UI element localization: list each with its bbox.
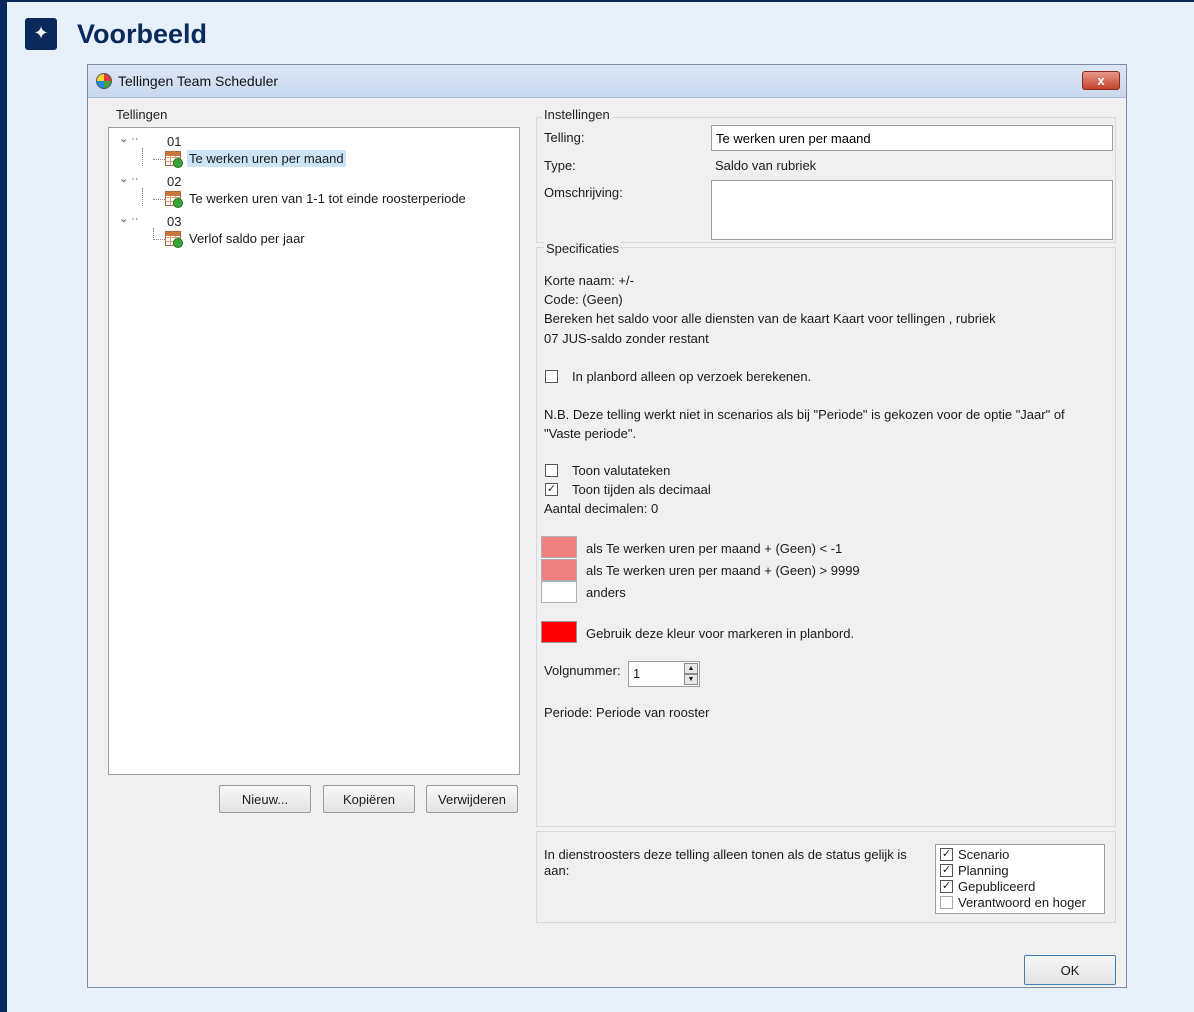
calc-text-line2: 07 JUS-saldo zonder restant xyxy=(544,331,709,346)
tree-connector xyxy=(153,159,165,160)
settings-group-label: Instellingen xyxy=(542,107,612,122)
decimal-checkbox[interactable]: ✓ xyxy=(545,483,558,496)
tree-node-01[interactable]: 01 xyxy=(167,134,181,149)
type-label: Type: xyxy=(544,158,576,173)
spinner-buttons[interactable]: ▲ ▼ xyxy=(684,663,698,685)
arrow-up-icon[interactable]: ▲ xyxy=(684,663,698,674)
description-field[interactable] xyxy=(711,180,1113,240)
short-name-text: Korte naam: +/- xyxy=(544,273,634,288)
tree-node-03[interactable]: 03 xyxy=(167,214,181,229)
status-text-line2: aan: xyxy=(544,863,570,878)
telling-label: Telling: xyxy=(544,130,585,145)
period-text: Periode: Periode van rooster xyxy=(544,705,710,720)
table-icon xyxy=(165,231,183,248)
sequence-value: 1 xyxy=(633,666,641,681)
tellingen-group-label: Tellingen xyxy=(114,107,170,122)
marker-color-swatch[interactable] xyxy=(541,621,577,643)
close-button[interactable]: x xyxy=(1082,71,1120,90)
rule-color-swatch[interactable] xyxy=(541,559,577,581)
scenario-checkbox[interactable]: ✓ xyxy=(940,848,953,861)
decimals-count-text: Aantal decimalen: 0 xyxy=(544,501,659,516)
window-titlebar[interactable]: Tellingen Team Scheduler x xyxy=(88,65,1126,98)
currency-label: Toon valutateken xyxy=(572,463,671,478)
table-icon xyxy=(165,151,183,168)
tree-connector xyxy=(153,199,165,200)
calc-text-line1: Bereken het saldo voor alle diensten van… xyxy=(544,311,996,326)
tree-connector xyxy=(142,188,143,206)
rule-text: anders xyxy=(586,585,626,600)
tree-leaf-03[interactable]: Verlof saldo per jaar xyxy=(165,230,307,248)
tellingen-window: Tellingen Team Scheduler x Tellingen ⌄ ·… xyxy=(87,64,1127,988)
tree-leaf-label: Te werken uren per maand xyxy=(187,150,346,167)
on-request-label: In planbord alleen op verzoek berekenen. xyxy=(572,369,812,384)
delete-button[interactable]: Verwijderen xyxy=(426,785,518,813)
example-callout: ✦ Voorbeeld Tellingen Team Scheduler x T… xyxy=(0,0,1194,1012)
table-icon xyxy=(165,191,183,208)
app-icon xyxy=(96,73,112,89)
callout-title: Voorbeeld xyxy=(77,18,208,49)
decimal-label: Toon tijden als decimaal xyxy=(572,482,711,497)
close-icon: x xyxy=(1097,73,1105,88)
ok-button[interactable]: OK xyxy=(1024,955,1116,985)
published-checkbox[interactable]: ✓ xyxy=(940,880,953,893)
status-options-list: ✓ Scenario ✓ Planning ✓ Gepubliceerd Verant… xyxy=(935,844,1105,914)
accounted-checkbox[interactable] xyxy=(940,896,953,909)
sparkle-icon: ✦ xyxy=(25,18,57,50)
sequence-stepper[interactable]: 1 ▲ ▼ xyxy=(628,661,700,687)
rule-text: als Te werken uren per maand + (Geen) > … xyxy=(586,563,860,578)
tree-leaf-label: Te werken uren van 1-1 tot einde rooster… xyxy=(189,191,466,206)
note-text-line2: "Vaste periode". xyxy=(544,426,637,441)
rule-color-swatch[interactable] xyxy=(541,536,577,558)
status-option-label: Planning xyxy=(958,863,1009,878)
description-label: Omschrijving: xyxy=(544,185,623,200)
planning-checkbox[interactable]: ✓ xyxy=(940,864,953,877)
tree-connector xyxy=(153,239,165,240)
status-option-published[interactable]: ✓ Gepubliceerd xyxy=(940,879,1035,894)
window-title: Tellingen Team Scheduler xyxy=(118,73,279,89)
tree-leaf-02[interactable]: Te werken uren van 1-1 tot einde rooster… xyxy=(165,190,468,208)
sequence-label: Volgnummer: xyxy=(544,663,621,678)
status-option-accounted[interactable]: Verantwoord en hoger xyxy=(940,895,1086,910)
status-option-label: Verantwoord en hoger xyxy=(958,895,1086,910)
tellingen-tree[interactable]: ⌄ ·· 01 Te werken uren per maand ⌄ ·· 02… xyxy=(108,127,520,775)
code-text: Code: (Geen) xyxy=(544,292,623,307)
status-option-scenario[interactable]: ✓ Scenario xyxy=(940,847,1009,862)
tree-leaf-label: Verlof saldo per jaar xyxy=(189,231,305,246)
specifications-group-label: Specificaties xyxy=(544,241,621,256)
chevron-down-icon[interactable]: ⌄ ·· xyxy=(119,132,139,145)
status-option-label: Gepubliceerd xyxy=(958,879,1036,894)
type-value: Saldo van rubriek xyxy=(715,158,817,173)
note-text-line1: N.B. Deze telling werkt niet in scenario… xyxy=(544,407,1065,422)
chevron-down-icon[interactable]: ⌄ ·· xyxy=(119,212,139,225)
currency-checkbox[interactable] xyxy=(545,464,558,477)
new-button[interactable]: Nieuw... xyxy=(219,785,311,813)
tree-node-02[interactable]: 02 xyxy=(167,174,181,189)
arrow-down-icon[interactable]: ▼ xyxy=(684,674,698,685)
copy-button[interactable]: Kopiëren xyxy=(323,785,415,813)
chevron-down-icon[interactable]: ⌄ ·· xyxy=(119,172,139,185)
status-option-planning[interactable]: ✓ Planning xyxy=(940,863,1009,878)
marker-label: Gebruik deze kleur voor markeren in plan… xyxy=(586,626,855,641)
telling-input[interactable] xyxy=(711,125,1113,151)
rule-color-swatch[interactable] xyxy=(541,581,577,603)
tree-leaf-01[interactable]: Te werken uren per maand xyxy=(165,150,346,168)
status-text-line1: In dienstroosters deze telling alleen to… xyxy=(544,847,907,862)
callout-header: ✦ Voorbeeld xyxy=(25,16,207,52)
rule-text: als Te werken uren per maand + (Geen) < … xyxy=(586,541,843,556)
tree-connector xyxy=(142,148,143,166)
on-request-checkbox[interactable] xyxy=(545,370,558,383)
status-option-label: Scenario xyxy=(958,847,1010,862)
